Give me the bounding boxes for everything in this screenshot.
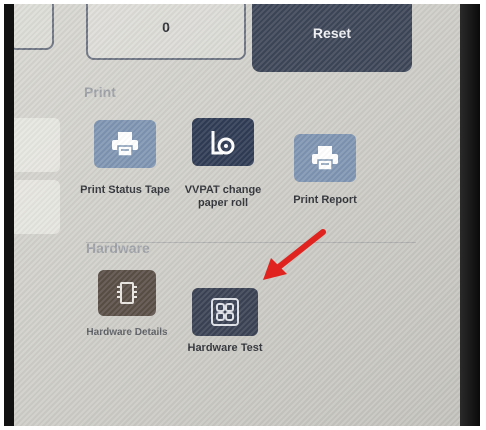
device-bezel	[460, 4, 480, 426]
print-status-tape-label: Print Status Tape	[80, 184, 170, 196]
count-value: 0	[162, 19, 170, 35]
chip-icon	[98, 270, 156, 316]
printer-icon	[94, 120, 156, 168]
print-section-title: Print	[84, 84, 116, 100]
printer-icon	[294, 134, 356, 182]
red-arrow-icon	[263, 229, 326, 280]
hardware-details-label: Hardware Details	[86, 327, 168, 338]
paper-roll-icon	[192, 118, 254, 166]
hardware-section-title: Hardware	[86, 240, 150, 256]
side-panel-upper	[14, 118, 60, 172]
touchscreen: 0 Reset Print Print Status Tape VVPAT ch…	[14, 4, 462, 426]
left-button-fragment[interactable]	[14, 4, 54, 50]
screen-photo: 0 Reset Print Print Status Tape VVPAT ch…	[4, 4, 480, 426]
reset-button[interactable]: Reset	[252, 4, 412, 72]
print-report-label: Print Report	[293, 194, 357, 206]
grid-icon	[192, 288, 258, 336]
count-display: 0	[86, 4, 246, 60]
hardware-test-label: Hardware Test	[187, 342, 263, 354]
side-panel-lower	[14, 180, 60, 234]
reset-button-label: Reset	[312, 25, 352, 41]
vvpat-change-paper-roll-label: VVPAT change paper roll	[184, 184, 262, 209]
